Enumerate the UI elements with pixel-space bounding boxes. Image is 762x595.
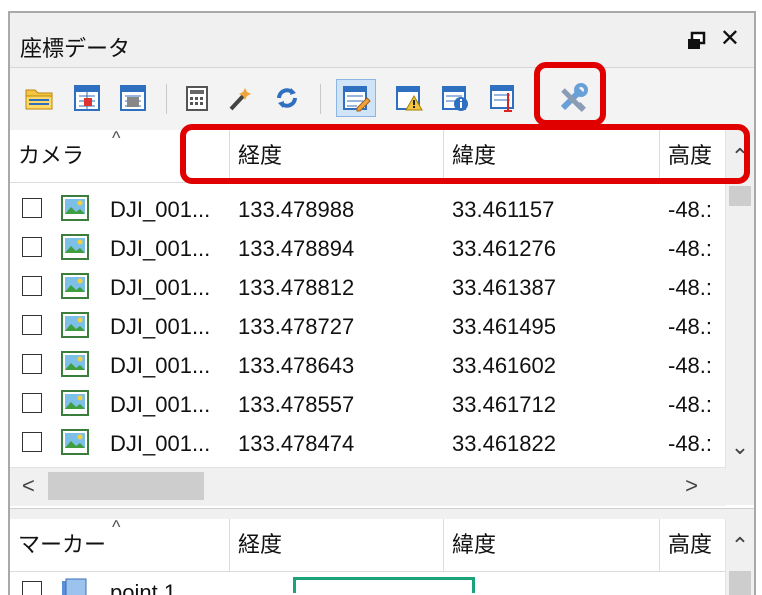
scroll-right-icon[interactable]: > xyxy=(685,473,698,499)
sort-ascending-icon: ^ xyxy=(112,130,121,148)
highlight-column-headers xyxy=(180,124,750,184)
marker-table-header: マーカー ^ 経度 緯度 高度 xyxy=(10,519,726,572)
camera-name: DJI_001... xyxy=(110,431,211,456)
image-file-icon xyxy=(61,273,89,299)
float-window-icon[interactable] xyxy=(686,31,706,51)
latitude-value: 33.461712 xyxy=(452,392,556,417)
camera-name: DJI_001... xyxy=(110,275,211,300)
row-checkbox[interactable] xyxy=(22,354,42,374)
row-checkbox[interactable] xyxy=(22,198,42,218)
table-row[interactable]: DJI_001... 133.478474 33.461822 -48.: xyxy=(10,424,726,463)
table-row[interactable]: DJI_001... 133.478812 33.461387 -48.: xyxy=(10,268,726,307)
scroll-thumb[interactable] xyxy=(729,186,751,206)
latitude-value: 33.461822 xyxy=(452,431,556,456)
wand-icon[interactable] xyxy=(224,81,258,115)
panel-titlebar: 座標データ ✕ xyxy=(10,13,754,68)
horizontal-scroll-thumb[interactable] xyxy=(48,472,204,500)
row-checkbox[interactable] xyxy=(22,393,42,413)
row-checkbox[interactable] xyxy=(22,315,42,335)
column-header-marker[interactable]: マーカー ^ xyxy=(10,519,230,571)
camera-name: DJI_001... xyxy=(110,236,211,261)
column-header-label: 高度 xyxy=(668,532,713,557)
row-checkbox[interactable] xyxy=(22,432,42,452)
table-row[interactable]: DJI_001... 133.478727 33.461495 -48.: xyxy=(10,307,726,346)
latitude-value: 33.461276 xyxy=(452,236,556,261)
column-header-label: マーカー xyxy=(18,532,107,557)
scrollbar-corner xyxy=(726,467,754,505)
row-checkbox[interactable] xyxy=(22,276,42,296)
open-folder-icon[interactable] xyxy=(22,81,56,115)
toolbar-separator xyxy=(166,84,167,114)
table-row[interactable]: DJI_001... 133.478988 33.461157 -48.: xyxy=(10,190,726,229)
camera-name: DJI_001... xyxy=(110,197,211,222)
image-file-icon xyxy=(61,351,89,377)
scroll-up-icon[interactable]: ⌃ xyxy=(726,533,754,559)
refresh-icon[interactable] xyxy=(270,81,304,115)
image-file-icon xyxy=(61,195,89,221)
green-tab-indicator xyxy=(293,577,475,593)
column-header-latitude[interactable]: 緯度 xyxy=(444,519,660,571)
adjust-icon[interactable] xyxy=(486,81,520,115)
table-row[interactable]: DJI_001... 133.478643 33.461602 -48.: xyxy=(10,346,726,385)
horizontal-scrollbar[interactable]: < > xyxy=(10,467,726,506)
altitude-value: -48.: xyxy=(668,236,713,261)
altitude-value: -48.: xyxy=(668,392,713,417)
image-file-icon xyxy=(61,234,89,260)
marker-vertical-scrollbar[interactable]: ⌃ xyxy=(725,519,754,595)
scroll-thumb[interactable] xyxy=(729,571,751,595)
column-header-label: 緯度 xyxy=(452,532,497,557)
coordinate-data-panel: 座標データ ✕ カメラ ^ 経度 緯度 高度 DJI_001... 133.47… xyxy=(8,11,756,595)
image-file-icon xyxy=(61,390,89,416)
latitude-value: 33.461602 xyxy=(452,353,556,378)
table-export-icon[interactable] xyxy=(116,81,150,115)
scroll-left-icon[interactable]: < xyxy=(22,473,35,499)
altitude-value: -48.: xyxy=(668,314,713,339)
longitude-value: 133.478812 xyxy=(238,275,355,300)
image-file-icon xyxy=(61,429,89,455)
highlight-tools-button xyxy=(534,62,606,126)
table-import-icon[interactable] xyxy=(70,81,104,115)
longitude-value: 133.478643 xyxy=(238,353,355,378)
marker-folder-icon xyxy=(62,578,87,595)
toolbar-separator xyxy=(320,84,321,114)
column-header-longitude[interactable]: 経度 xyxy=(230,519,444,571)
longitude-value: 133.478894 xyxy=(238,236,355,261)
latitude-value: 33.461157 xyxy=(452,197,555,222)
latitude-value: 33.461387 xyxy=(452,275,556,300)
image-file-icon xyxy=(61,312,89,338)
toolbar xyxy=(10,68,754,131)
column-header-label: 経度 xyxy=(238,532,283,557)
table-row[interactable]: DJI_001... 133.478557 33.461712 -48.: xyxy=(10,385,726,424)
close-icon[interactable]: ✕ xyxy=(720,27,740,51)
latitude-value: 33.461495 xyxy=(452,314,556,339)
longitude-value: 133.478727 xyxy=(238,314,355,339)
longitude-value: 133.478988 xyxy=(238,197,355,222)
altitude-value: -48.: xyxy=(668,275,713,300)
altitude-value: -48.: xyxy=(668,431,713,456)
altitude-value: -48.: xyxy=(668,353,713,378)
column-header-altitude[interactable]: 高度 xyxy=(660,519,726,571)
warning-icon[interactable] xyxy=(392,81,426,115)
sort-ascending-icon: ^ xyxy=(112,519,121,537)
marker-name: point 1 xyxy=(110,580,177,595)
column-header-label: カメラ xyxy=(18,143,85,168)
camera-name: DJI_001... xyxy=(110,314,211,339)
scroll-down-icon[interactable]: ⌄ xyxy=(726,434,754,460)
row-checkbox[interactable] xyxy=(22,237,42,257)
calculator-icon[interactable] xyxy=(180,81,214,115)
altitude-value: -48.: xyxy=(668,197,713,222)
edit-table-icon[interactable] xyxy=(336,79,376,117)
longitude-value: 133.478474 xyxy=(238,431,355,456)
camera-name: DJI_001... xyxy=(110,353,211,378)
camera-name: DJI_001... xyxy=(110,392,211,417)
info-table-icon[interactable] xyxy=(438,81,472,115)
panel-title: 座標データ xyxy=(20,36,131,61)
longitude-value: 133.478557 xyxy=(238,392,355,417)
table-row[interactable]: DJI_001... 133.478894 33.461276 -48.: xyxy=(10,229,726,268)
